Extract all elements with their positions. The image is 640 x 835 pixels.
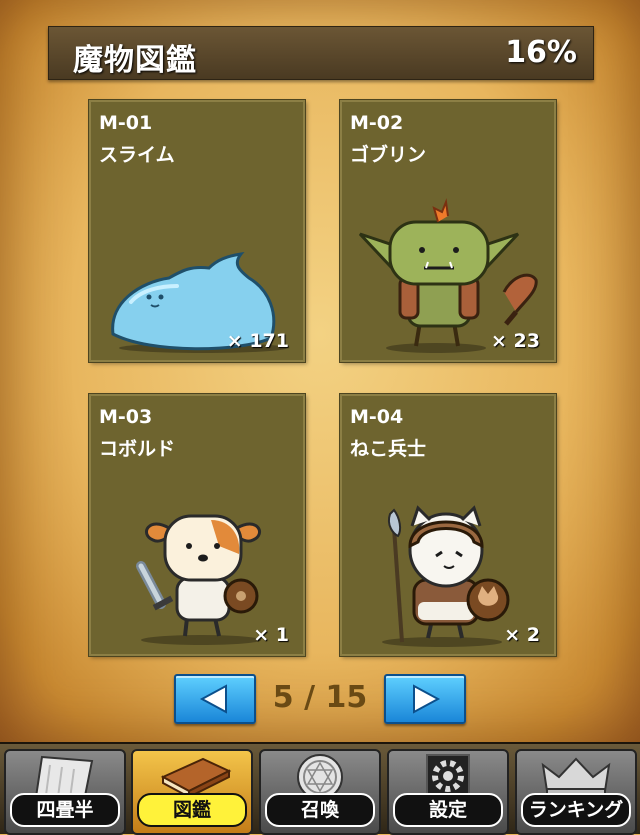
- page-indicator: 5 / 15: [272, 680, 368, 715]
- kobold-icon: [136, 514, 261, 645]
- title-bar: 魔物図鑑 16%: [48, 26, 594, 80]
- tab-label: 召喚: [265, 793, 375, 827]
- monster-card-kobold[interactable]: M-03 コボルド × 1: [89, 394, 305, 656]
- tab-shoukan[interactable]: 召喚: [259, 749, 381, 835]
- right-arrow-icon: [413, 684, 441, 714]
- tab-label: 設定: [393, 793, 503, 827]
- page-title: 魔物図鑑: [73, 43, 197, 78]
- tab-label: 四畳半: [10, 793, 120, 827]
- monster-card-goblin[interactable]: M-02 ゴブリン × 23: [340, 100, 556, 362]
- tab-label: 図鑑: [137, 793, 247, 827]
- monster-count: × 1: [253, 624, 289, 646]
- tab-ranking[interactable]: ランキング: [515, 749, 637, 835]
- monster-count: × 171: [226, 330, 289, 352]
- goblin-icon: [358, 198, 538, 353]
- tab-zukan[interactable]: 図鑑: [131, 749, 253, 835]
- monster-count: × 23: [491, 330, 540, 352]
- monster-card-slime[interactable]: M-01 スライム × 171: [89, 100, 305, 362]
- monster-count: × 2: [504, 624, 540, 646]
- next-page-button[interactable]: [384, 674, 466, 724]
- tab-yojouhan[interactable]: 四畳半: [4, 749, 126, 835]
- monster-card-cat-soldier[interactable]: M-04 ねこ兵士 × 2: [340, 394, 556, 656]
- tab-label: ランキング: [521, 793, 631, 827]
- slime-icon: [111, 251, 287, 353]
- bottom-tab-bar: 四畳半 図鑑 召喚 設定 ランキング: [0, 742, 640, 835]
- tab-settei[interactable]: 設定: [387, 749, 509, 835]
- completion-percent: 16%: [505, 35, 577, 70]
- cat-soldier-icon: [382, 505, 510, 647]
